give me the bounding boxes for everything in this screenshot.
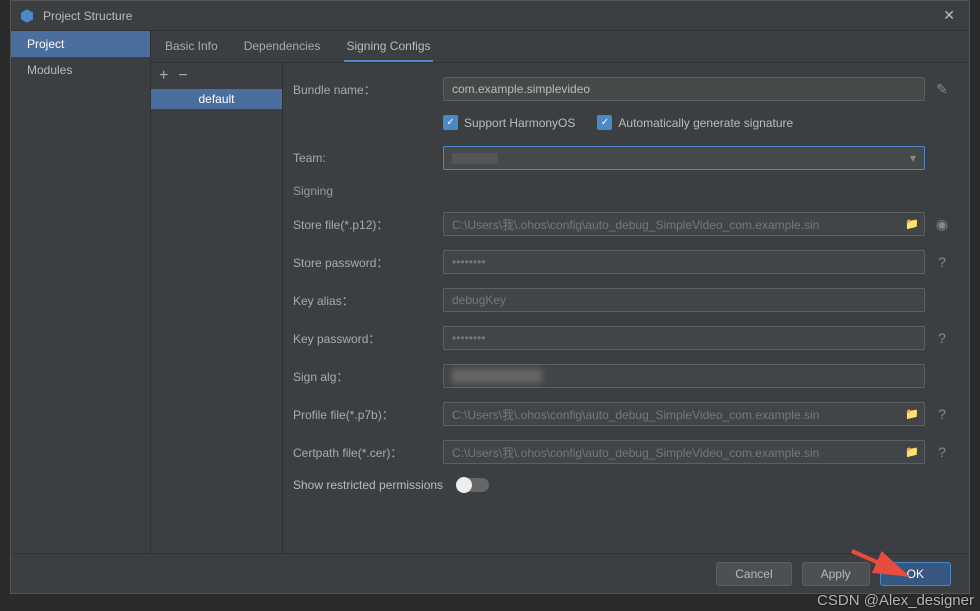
remove-config-icon[interactable]: − [178, 67, 187, 85]
watermark: CSDN @Alex_designer [817, 592, 974, 609]
tab-dependencies[interactable]: Dependencies [242, 32, 323, 62]
folder-icon[interactable]: 📁 [905, 446, 919, 459]
nav-item-project[interactable]: Project [11, 31, 150, 57]
project-structure-dialog: Project Structure ✕ Project Modules Basi… [10, 0, 970, 594]
help-icon[interactable]: ? [931, 406, 953, 422]
edit-icon[interactable]: ✎ [931, 81, 953, 98]
titlebar: Project Structure ✕ [11, 1, 969, 31]
left-nav: Project Modules [11, 31, 151, 553]
nav-item-modules[interactable]: Modules [11, 57, 150, 83]
key-password-input[interactable] [443, 326, 925, 350]
cancel-button[interactable]: Cancel [716, 562, 791, 586]
add-config-icon[interactable]: + [159, 67, 168, 85]
bundle-name-input[interactable] [443, 77, 925, 101]
auto-generate-signature-checkbox[interactable]: ✓ Automatically generate signature [597, 115, 793, 130]
check-icon: ✓ [443, 115, 458, 130]
show-restricted-toggle[interactable] [457, 478, 489, 492]
configs-list: + − default [151, 63, 283, 553]
app-icon [19, 8, 35, 24]
config-item-default[interactable]: default [151, 89, 282, 109]
sign-alg-input[interactable]: xxxxxxxxxx [443, 364, 925, 388]
team-label: Team: [293, 151, 443, 165]
tab-signing-configs[interactable]: Signing Configs [344, 32, 432, 62]
store-password-label: Store password： [293, 254, 443, 271]
folder-icon[interactable]: 📁 [905, 218, 919, 231]
chevron-down-icon: ▾ [910, 151, 916, 165]
window-title: Project Structure [43, 9, 937, 23]
store-file-input[interactable] [443, 212, 925, 236]
signing-section-header: Signing [293, 184, 953, 198]
fingerprint-icon[interactable]: ◉ [931, 216, 953, 233]
tab-basic-info[interactable]: Basic Info [163, 32, 220, 62]
key-alias-label: Key alias： [293, 292, 443, 309]
close-icon[interactable]: ✕ [937, 7, 961, 24]
store-file-label: Store file(*.p12)： [293, 216, 443, 233]
profile-file-input[interactable] [443, 402, 925, 426]
signing-form: Bundle name： ✎ ✓ Support HarmonyOS ✓ Aut… [283, 63, 969, 553]
apply-button[interactable]: Apply [802, 562, 870, 586]
check-icon: ✓ [597, 115, 612, 130]
store-password-input[interactable] [443, 250, 925, 274]
help-icon[interactable]: ? [931, 330, 953, 346]
ok-button[interactable]: OK [880, 562, 951, 586]
tabs: Basic Info Dependencies Signing Configs [151, 31, 969, 63]
show-restricted-label: Show restricted permissions [293, 478, 443, 492]
key-alias-input[interactable] [443, 288, 925, 312]
certpath-file-input[interactable] [443, 440, 925, 464]
help-icon[interactable]: ? [931, 444, 953, 460]
key-password-label: Key password： [293, 330, 443, 347]
certpath-file-label: Certpath file(*.cer)： [293, 444, 443, 461]
bundle-name-label: Bundle name： [293, 81, 443, 98]
team-select[interactable]: xx ▾ [443, 146, 925, 170]
help-icon[interactable]: ? [931, 254, 953, 270]
folder-icon[interactable]: 📁 [905, 408, 919, 421]
support-harmonyos-checkbox[interactable]: ✓ Support HarmonyOS [443, 115, 575, 130]
dialog-footer: Cancel Apply OK [11, 553, 969, 593]
sign-alg-label: Sign alg： [293, 368, 443, 385]
profile-file-label: Profile file(*.p7b)： [293, 406, 443, 423]
